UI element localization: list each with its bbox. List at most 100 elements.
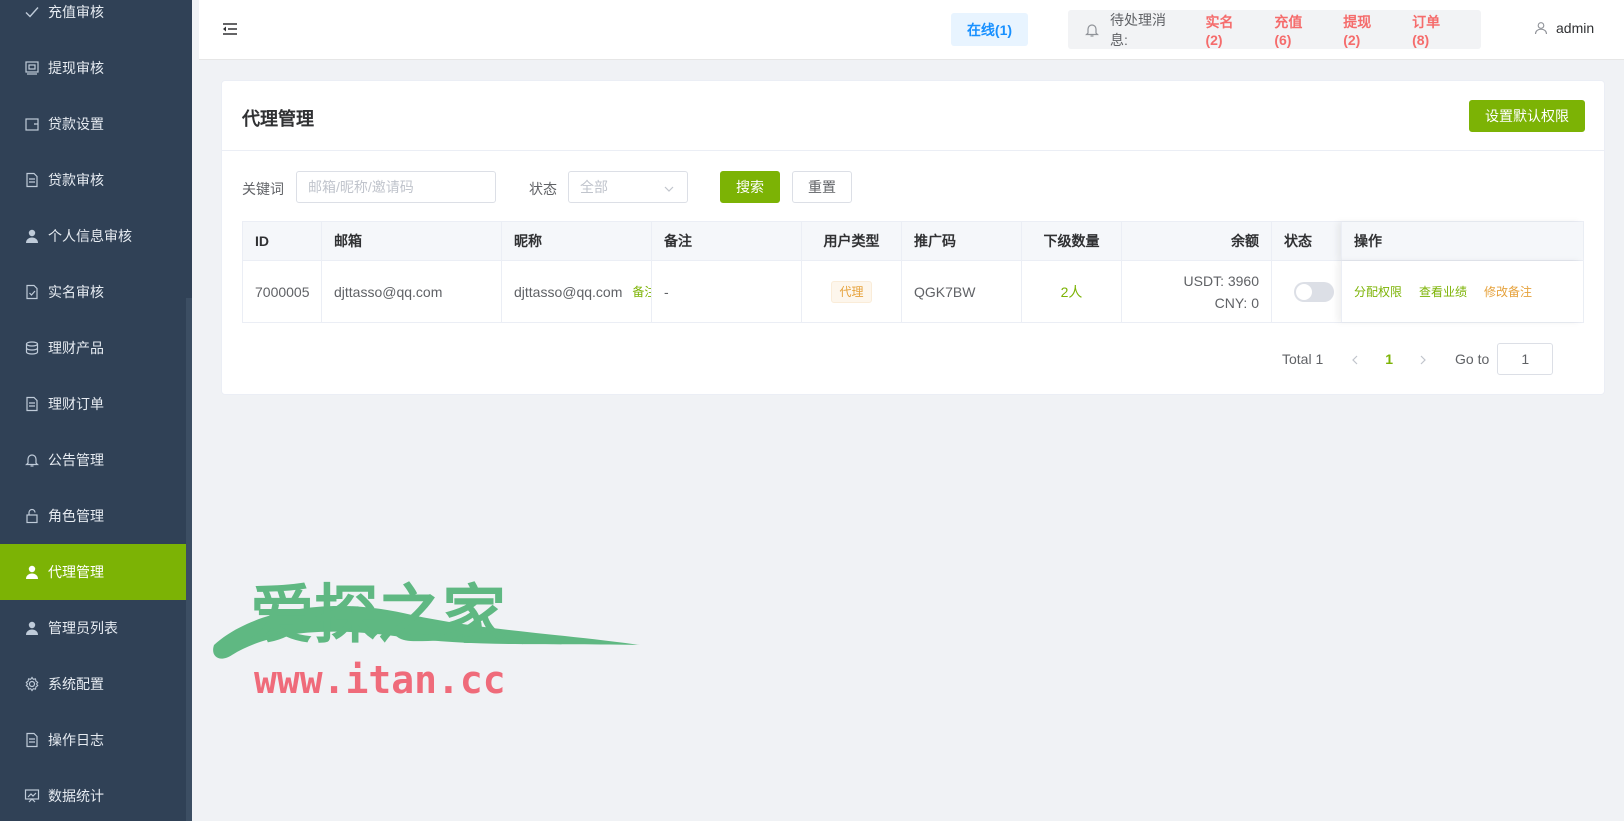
user-icon (24, 564, 40, 580)
sidebar-item-agents[interactable]: 代理管理 (0, 544, 186, 600)
user-icon (24, 620, 40, 636)
sidebar-item-label: 角色管理 (48, 508, 104, 524)
wallet-icon (24, 60, 40, 76)
sidebar-item-personal-info-review[interactable]: 个人信息审核 (0, 208, 186, 264)
sidebar-item-recharge-review[interactable]: 充值审核 (0, 0, 186, 40)
chevron-right-icon[interactable] (1417, 353, 1429, 365)
chevron-left-icon[interactable] (1349, 353, 1361, 365)
sidebar-item-roles[interactable]: 角色管理 (0, 488, 186, 544)
sidebar-item-operation-log[interactable]: 操作日志 (0, 712, 186, 768)
column-header-actions: 操作 (1341, 222, 1583, 260)
sidebar-item-loan-settings[interactable]: 贷款设置 (0, 96, 186, 152)
filter-bar: 关键词 状态 全部 搜索 重置 (242, 171, 1582, 203)
reset-button[interactable]: 重置 (792, 171, 852, 203)
gear-icon (24, 676, 40, 692)
table-header: ID 邮箱 昵称 备注 用户类型 推广码 下级数量 余额 状态 操作 (243, 222, 1583, 261)
lock-icon (24, 508, 40, 524)
balance-cny: CNY: 0 (1214, 294, 1259, 311)
watermark-title: 爱探之家 (250, 579, 506, 653)
document-icon (24, 172, 40, 188)
sidebar-item-finance-orders[interactable]: 理财订单 (0, 376, 186, 432)
notice-recharge[interactable]: 充值(6) (1274, 12, 1319, 48)
column-header-sub-count: 下级数量 (1022, 222, 1122, 260)
sidebar-item-loan-review[interactable]: 贷款审核 (0, 152, 186, 208)
pagination-goto-label: Go to (1455, 351, 1490, 367)
cell-email: djttasso@qq.com (322, 261, 502, 322)
nickname-text: djttasso@qq.com (514, 283, 623, 300)
cell-balance: USDT: 3960 CNY: 0 (1122, 261, 1272, 322)
column-header-user-type: 用户类型 (802, 222, 902, 260)
sidebar-item-label: 理财订单 (48, 396, 104, 412)
user-type-tag: 代理 (831, 280, 872, 303)
nickname-remark-link[interactable]: 备注 (632, 283, 651, 300)
pending-messages-bar: 待处理消息: 实名(2) 充值(6) 提现(2) 订单(8) (1068, 10, 1481, 49)
sidebar-item-label: 理财产品 (48, 340, 104, 356)
sidebar-menu: 充值审核 提现审核 贷款设置 贷款审核 个人信息审核 实名审核 理财产品 理财订… (0, 0, 186, 821)
watermark-logo: 爱探之家 www.itan.cc (213, 579, 641, 700)
notice-real-name[interactable]: 实名(2) (1205, 12, 1250, 48)
column-header-balance: 余额 (1122, 222, 1272, 260)
username: admin (1556, 20, 1595, 36)
sidebar-item-label: 操作日志 (48, 732, 104, 748)
sidebar-scrollbar[interactable] (186, 298, 192, 821)
cell-status (1272, 261, 1347, 322)
column-header-nickname: 昵称 (502, 222, 652, 260)
sidebar-item-statistics[interactable]: 数据统计 (0, 768, 186, 821)
hamburger-icon[interactable] (221, 20, 239, 38)
watermark-swoosh (213, 606, 641, 659)
user-menu[interactable]: admin (1534, 20, 1594, 36)
coins-icon (24, 340, 40, 356)
user-icon (1534, 21, 1548, 35)
sidebar-item-label: 实名审核 (48, 284, 104, 300)
user-icon (24, 228, 40, 244)
view-performance-link[interactable]: 查看业绩 (1419, 283, 1467, 300)
keyword-input[interactable] (296, 171, 496, 203)
document-check-icon (24, 284, 40, 300)
cell-id: 7000005 (243, 261, 322, 322)
card-header: 代理管理 设置默认权限 (222, 81, 1604, 151)
status-select[interactable]: 全部 (568, 171, 688, 203)
sub-count-link[interactable]: 2人 (1061, 282, 1083, 302)
watermark-url: www.itan.cc (254, 658, 506, 700)
top-header: 在线(1) 待处理消息: 实名(2) 充值(6) 提现(2) 订单(8) adm… (199, 0, 1624, 60)
notice-withdraw[interactable]: 提现(2) (1343, 12, 1388, 48)
page-title: 代理管理 (242, 109, 314, 129)
sidebar-item-label: 充值审核 (48, 4, 104, 20)
sidebar-item-label: 代理管理 (48, 564, 104, 580)
keyword-label: 关键词 (242, 181, 284, 197)
sidebar-item-real-name-review[interactable]: 实名审核 (0, 264, 186, 320)
bell-icon (1084, 22, 1100, 38)
set-default-permissions-button[interactable]: 设置默认权限 (1469, 100, 1585, 132)
pagination-goto-input[interactable] (1497, 343, 1554, 375)
assign-permissions-link[interactable]: 分配权限 (1354, 283, 1402, 300)
agent-management-card: 代理管理 设置默认权限 关键词 状态 全部 搜索 重置 ID 邮箱 昵称 备注 … (221, 80, 1605, 395)
sidebar-item-admin-list[interactable]: 管理员列表 (0, 600, 186, 656)
status-label: 状态 (529, 181, 557, 197)
pagination-page-1[interactable]: 1 (1385, 351, 1393, 367)
online-count-badge[interactable]: 在线(1) (951, 13, 1028, 46)
cell-remark: - (652, 261, 802, 322)
status-toggle[interactable] (1294, 281, 1334, 302)
sidebar-item-announcements[interactable]: 公告管理 (0, 432, 186, 488)
balance-usdt: USDT: 3960 (1183, 272, 1259, 289)
chevron-down-icon (663, 182, 675, 194)
sidebar-item-label: 个人信息审核 (48, 228, 132, 244)
cell-actions: 分配权限 查看业绩 修改备注 (1341, 261, 1583, 322)
notice-orders[interactable]: 订单(8) (1412, 12, 1457, 48)
sidebar-item-system-config[interactable]: 系统配置 (0, 656, 186, 712)
status-select-value: 全部 (580, 179, 608, 195)
sidebar-item-finance-products[interactable]: 理财产品 (0, 320, 186, 376)
search-button[interactable]: 搜索 (720, 171, 780, 203)
sidebar: 充值审核 提现审核 贷款设置 贷款审核 个人信息审核 实名审核 理财产品 理财订… (0, 0, 192, 821)
table-row: 7000005 djttasso@qq.com djttasso@qq.com … (243, 261, 1583, 322)
cell-user-type: 代理 (802, 261, 902, 322)
edit-remark-link[interactable]: 修改备注 (1484, 283, 1532, 300)
sidebar-item-label: 提现审核 (48, 60, 104, 76)
pagination: Total 1 1 Go to (1282, 343, 1554, 375)
sidebar-item-label: 数据统计 (48, 788, 104, 804)
column-header-email: 邮箱 (322, 222, 502, 260)
column-header-id: ID (243, 222, 322, 260)
column-header-status: 状态 (1284, 233, 1312, 249)
chart-icon (24, 788, 40, 804)
sidebar-item-withdraw-review[interactable]: 提现审核 (0, 40, 186, 96)
